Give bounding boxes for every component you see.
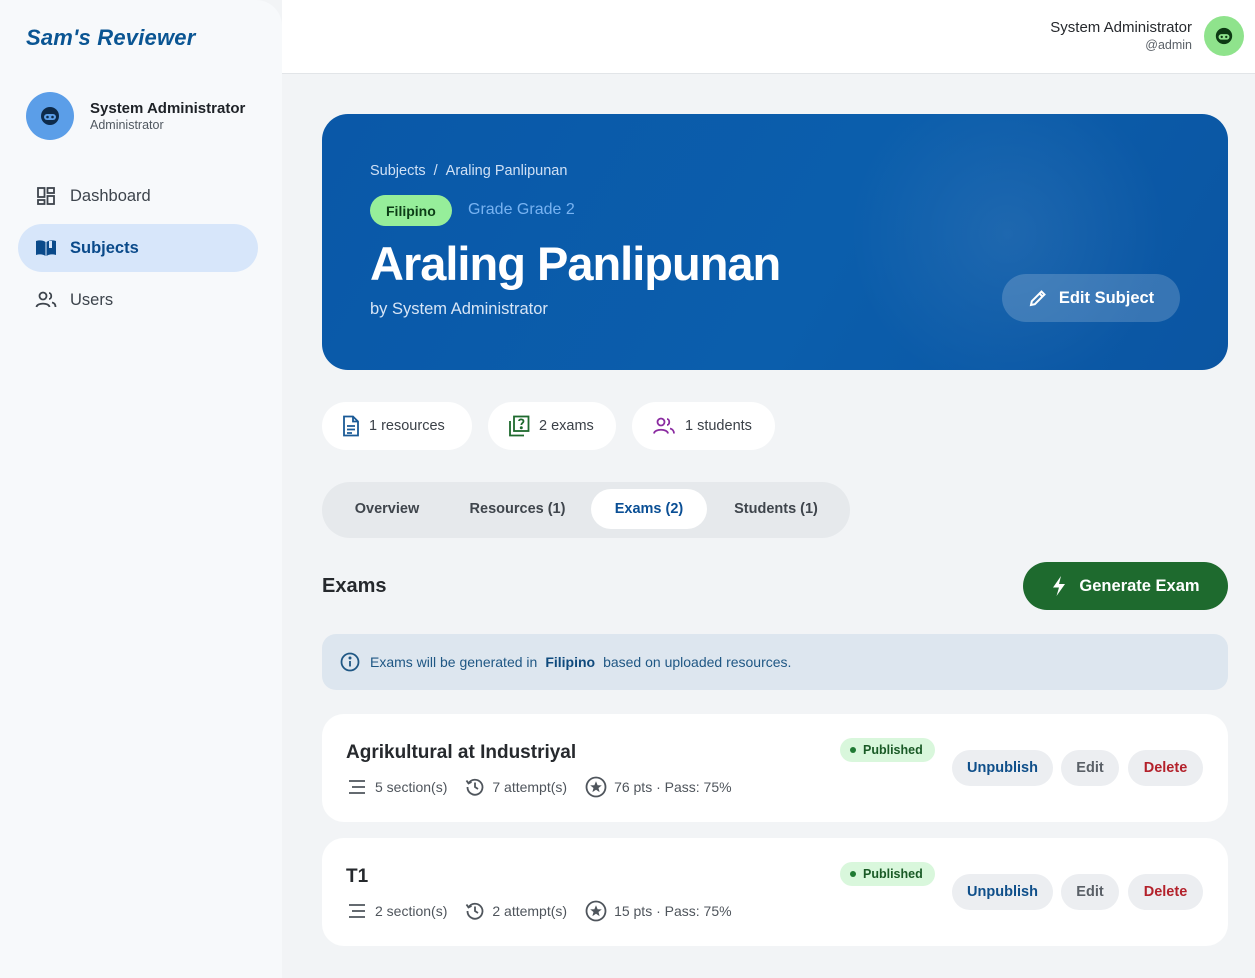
sidebar-item-label: Dashboard xyxy=(70,186,151,205)
profile-role: Administrator xyxy=(90,118,164,132)
info-language: Filipino xyxy=(545,654,596,670)
sidebar-item-label: Users xyxy=(70,290,114,309)
delete-button[interactable]: Delete xyxy=(1128,874,1203,910)
info-banner: Exams will be generated in Filipino base… xyxy=(322,634,1228,690)
list-icon xyxy=(349,780,365,794)
status-badge: Published xyxy=(840,738,935,762)
star-badge-icon xyxy=(585,900,607,922)
resources-count: 1 resources xyxy=(322,402,472,450)
tab-resources[interactable]: Resources (1) xyxy=(456,489,579,529)
list-icon xyxy=(349,904,365,918)
info-text-suffix: based on uploaded resources. xyxy=(603,654,792,670)
current-user-name: System Administrator xyxy=(1050,19,1192,36)
grade-label: Grade Grade 2 xyxy=(468,201,575,218)
language-chip: Filipino xyxy=(370,195,452,226)
star-badge-icon xyxy=(585,776,607,798)
brand-logo[interactable]: Sam's Reviewer xyxy=(26,25,195,51)
status-dot-icon xyxy=(850,747,856,753)
info-text: Exams will be generated in xyxy=(370,654,538,670)
exam-card: Agrikultural at Industriyal 5 section(s)… xyxy=(322,714,1228,822)
robot-face-icon xyxy=(41,107,59,125)
sidebar-item-subjects[interactable]: Subjects xyxy=(18,224,258,272)
edit-button[interactable]: Edit xyxy=(1061,750,1119,786)
sidebar-item-dashboard[interactable]: Dashboard xyxy=(18,172,258,220)
points-info: 76 pts · Pass: 75% xyxy=(585,776,732,798)
user-avatar[interactable] xyxy=(1204,16,1244,56)
robot-face-icon xyxy=(1215,27,1233,45)
exam-meta: 5 section(s) 7 attempt(s) 76 pts · Pass:… xyxy=(346,776,750,798)
exam-title[interactable]: T1 xyxy=(346,866,368,888)
breadcrumb-subjects[interactable]: Subjects xyxy=(370,163,426,179)
breadcrumb: Subjects / Araling Panlipunan xyxy=(370,163,568,179)
exam-meta: 2 section(s) 2 attempt(s) 15 pts · Pass:… xyxy=(346,900,750,922)
exam-title[interactable]: Agrikultural at Industriyal xyxy=(346,742,576,764)
exams-count: 2 exams xyxy=(488,402,616,450)
subject-hero: Subjects / Araling Panlipunan Filipino Gra… xyxy=(322,114,1228,370)
edit-subject-button[interactable]: Edit Subject xyxy=(1002,274,1180,322)
tab-overview[interactable]: Overview xyxy=(336,489,438,529)
history-icon xyxy=(466,778,484,796)
document-icon xyxy=(342,415,360,437)
users-icon xyxy=(652,416,676,436)
edit-button[interactable]: Edit xyxy=(1061,874,1119,910)
history-icon xyxy=(466,902,484,920)
students-count: 1 students xyxy=(632,402,775,450)
status-badge: Published xyxy=(840,862,935,886)
avatar[interactable] xyxy=(26,92,74,140)
unpublish-button[interactable]: Unpublish xyxy=(952,750,1053,786)
current-user-handle: @admin xyxy=(1145,38,1192,52)
pencil-icon xyxy=(1029,290,1046,307)
sidebar-profile: System Administrator Administrator xyxy=(26,92,266,140)
subject-tabs: Overview Resources (1) Exams (2) Student… xyxy=(322,482,850,538)
attempts-count: 2 attempt(s) xyxy=(465,901,567,921)
sections-count: 2 section(s) xyxy=(346,903,447,919)
dashboard-icon xyxy=(35,185,57,207)
generate-exam-button[interactable]: Generate Exam xyxy=(1023,562,1228,610)
users-icon xyxy=(35,289,57,311)
book-icon xyxy=(35,237,57,259)
profile-name: System Administrator xyxy=(90,100,246,117)
attempts-count: 7 attempt(s) xyxy=(465,777,567,797)
breadcrumb-current: Araling Panlipunan xyxy=(445,163,568,179)
lightning-icon xyxy=(1053,576,1066,596)
section-title: Exams xyxy=(322,575,387,597)
tab-exams[interactable]: Exams (2) xyxy=(591,489,707,529)
info-icon xyxy=(340,652,360,672)
page-title: Araling Panlipunan xyxy=(370,237,781,290)
delete-button[interactable]: Delete xyxy=(1128,750,1203,786)
points-info: 15 pts · Pass: 75% xyxy=(585,900,732,922)
tab-students[interactable]: Students (1) xyxy=(722,489,830,529)
top-bar: System Administrator @admin xyxy=(282,0,1255,74)
sidebar: Sam's Reviewer System Administrator Admi… xyxy=(0,0,282,978)
sidebar-item-label: Subjects xyxy=(70,238,139,257)
unpublish-button[interactable]: Unpublish xyxy=(952,874,1053,910)
subject-author: by System Administrator xyxy=(370,300,548,318)
sidebar-item-users[interactable]: Users xyxy=(18,276,258,324)
sections-count: 5 section(s) xyxy=(346,779,447,795)
status-dot-icon xyxy=(850,871,856,877)
exam-card: T1 2 section(s) 2 attempt(s) 15 pts · Pa… xyxy=(322,838,1228,946)
quiz-icon xyxy=(508,415,530,437)
